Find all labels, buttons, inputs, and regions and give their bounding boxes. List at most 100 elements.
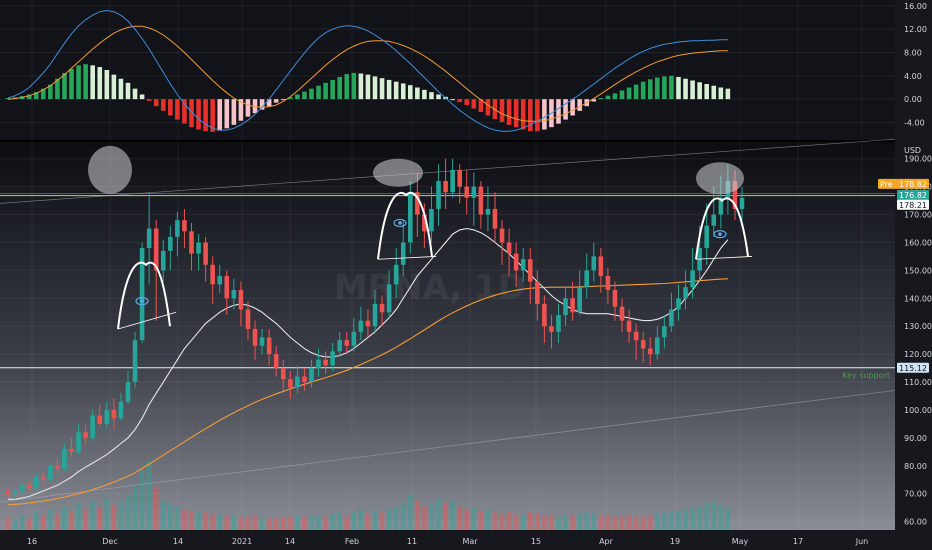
candle-body: [372, 303, 378, 327]
time-tick-label: 14: [173, 537, 183, 546]
volume-bar: [139, 468, 145, 530]
candle-body: [542, 303, 547, 327]
volume-bar: [55, 513, 60, 530]
time-tick-label: 14: [285, 537, 295, 546]
price-tick-label: 80.00: [904, 462, 927, 471]
candle-body: [5, 490, 11, 494]
price-chart[interactable]: MRNA, 1D Key support 190.00180.00170.001…: [0, 0, 932, 550]
candle-body: [513, 253, 519, 271]
macd-histogram-bar: [669, 75, 674, 100]
volume-bar: [640, 516, 646, 530]
candle-body: [492, 208, 498, 229]
candle-body: [379, 303, 385, 313]
volume-bar: [436, 497, 441, 530]
candle-body: [457, 169, 462, 187]
candle-body: [443, 181, 448, 193]
macd-histogram-bar: [351, 72, 357, 100]
volume-bar: [506, 512, 512, 530]
macd-histogram-bar: [153, 99, 159, 107]
volume-bar: [464, 509, 470, 530]
volume-bar: [591, 513, 597, 530]
volume-bar: [26, 518, 32, 530]
macd-histogram-bar: [400, 83, 406, 100]
volume-bar: [5, 516, 11, 530]
volume-bar: [457, 506, 462, 530]
volume-bar: [372, 511, 378, 530]
macd-histogram-bar: [612, 93, 618, 100]
candle-body: [633, 331, 639, 341]
other-price-badge: 178.21: [897, 199, 929, 210]
volume-bar: [386, 508, 392, 530]
candle-body: [231, 289, 237, 299]
candle-body: [436, 181, 441, 209]
time-tick-label: Jun: [855, 537, 869, 546]
volume-bar: [676, 511, 681, 530]
macd-histogram-bar: [224, 99, 230, 129]
macd-histogram-bar: [104, 70, 110, 100]
volume-bar: [19, 515, 25, 530]
volume-bar: [662, 512, 667, 530]
candle-body: [146, 228, 152, 249]
candle-body: [351, 331, 357, 346]
candle-body: [655, 337, 660, 355]
volume-bar: [83, 509, 88, 530]
candle-body: [40, 476, 46, 480]
pane-separator[interactable]: [0, 140, 932, 142]
volume-bar: [245, 516, 251, 530]
candle-body: [429, 208, 434, 232]
volume-bar: [252, 515, 258, 530]
candle-body: [563, 298, 568, 316]
candle-body: [337, 340, 343, 352]
macd-histogram-bar: [457, 99, 462, 103]
volume-bar: [280, 516, 286, 530]
volume-bar: [542, 515, 547, 530]
highlight-oval: [696, 162, 744, 195]
macd-histogram-bar: [316, 85, 321, 100]
candle-body: [556, 315, 561, 332]
candle-body: [407, 192, 413, 243]
macd-histogram-bar: [697, 82, 702, 100]
candle-body: [48, 465, 53, 480]
candle-body: [527, 259, 533, 282]
volume-bar: [393, 506, 399, 530]
candle-body: [676, 298, 681, 310]
volume-bar: [231, 515, 237, 530]
candle-body: [344, 340, 350, 346]
candle-body: [125, 382, 131, 402]
time-tick-label: 2021: [232, 537, 252, 546]
macd-tick-label: 0.00: [904, 95, 922, 104]
candle-body: [464, 186, 470, 198]
macd-histogram-bar: [450, 99, 455, 101]
volume-bar: [189, 511, 194, 530]
volume-bar: [288, 516, 293, 530]
candle-body: [316, 359, 321, 369]
candle-body: [175, 220, 180, 237]
candle-body: [196, 242, 201, 254]
time-tick-label: 15: [531, 537, 541, 546]
macd-histogram-bar: [513, 99, 519, 128]
macd-histogram-bar: [407, 85, 413, 100]
candle-body: [83, 432, 88, 438]
macd-histogram-bar: [273, 99, 279, 103]
volume-bar: [704, 503, 710, 530]
volume-bar: [217, 513, 223, 530]
volume-bar: [12, 519, 18, 530]
eye-icon: [140, 299, 144, 303]
macd-histogram-bar: [90, 65, 95, 100]
candle-body: [520, 259, 526, 271]
volume-bar: [598, 515, 604, 530]
candle-body: [273, 354, 279, 369]
volume-bar: [471, 508, 477, 530]
candle-body: [97, 415, 103, 424]
macd-histogram-bar: [647, 79, 653, 100]
candle-body: [238, 289, 244, 310]
current-price-badge: 176.82: [897, 190, 929, 201]
macd-histogram-bar: [422, 89, 427, 100]
volume-bar: [273, 518, 279, 530]
volume-bar: [725, 508, 731, 530]
macd-histogram-bar: [111, 74, 117, 100]
macd-histogram-bar: [633, 84, 639, 100]
macd-histogram-bar: [725, 88, 731, 100]
candle-body: [189, 231, 194, 254]
macd-tick-label: 8.00: [904, 49, 922, 58]
